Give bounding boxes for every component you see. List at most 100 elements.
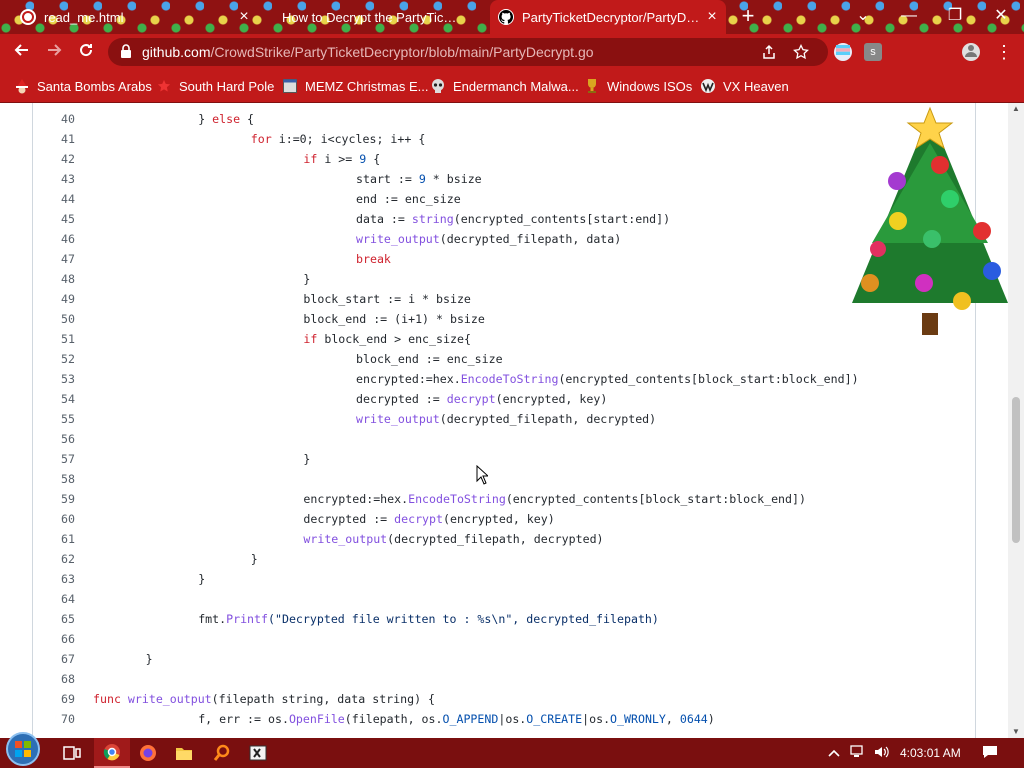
line-number[interactable]: 54 [33, 389, 75, 409]
line-number[interactable]: 65 [33, 609, 75, 629]
line-number[interactable]: 62 [33, 549, 75, 569]
line-number[interactable]: 42 [33, 149, 75, 169]
code-line[interactable]: 54 decrypted := decrypt(encrypted, key) [33, 389, 975, 409]
code-line[interactable]: 56 [33, 429, 975, 449]
code-line[interactable]: 55 write_output(decrypted_filepath, decry… [33, 409, 975, 429]
new-tab-button[interactable]: + [738, 5, 758, 27]
code-line[interactable]: 70 f, err := os.OpenFile(filepath, os.O_A… [33, 709, 975, 729]
code-line[interactable]: 58 [33, 469, 975, 489]
line-number[interactable]: 69 [33, 689, 75, 709]
url-text[interactable]: github.com/CrowdStrike/PartyTicketDecryp… [142, 44, 594, 60]
back-button[interactable] [10, 40, 34, 64]
line-number[interactable]: 66 [33, 629, 75, 649]
line-number[interactable]: 40 [33, 109, 75, 129]
line-number[interactable]: 59 [33, 489, 75, 509]
bookmark-vx-heaven[interactable]: VX Heaven [700, 76, 789, 96]
scroll-down-icon[interactable]: ▼ [1008, 726, 1024, 738]
line-number[interactable]: 41 [33, 129, 75, 149]
line-number[interactable]: 70 [33, 709, 75, 729]
code-line[interactable]: 57} [33, 449, 975, 469]
line-number[interactable]: 48 [33, 269, 75, 289]
chrome-taskbar-button[interactable] [94, 738, 130, 768]
profile-avatar-icon[interactable] [962, 43, 980, 61]
line-number[interactable]: 43 [33, 169, 75, 189]
line-number[interactable]: 68 [33, 669, 75, 689]
line-number[interactable]: 45 [33, 209, 75, 229]
line-number[interactable]: 63 [33, 569, 75, 589]
start-button[interactable] [2, 730, 44, 768]
code-line[interactable]: 43 start := 9 * bsize [33, 169, 975, 189]
close-icon[interactable]: × [236, 9, 252, 25]
code-line[interactable]: 60 decrypted := decrypt(encrypted, key) [33, 509, 975, 529]
code-line[interactable]: 67} [33, 649, 975, 669]
code-line[interactable]: 68 [33, 669, 975, 689]
line-number[interactable]: 56 [33, 429, 75, 449]
file-explorer-button[interactable] [166, 738, 202, 768]
firefox-taskbar-button[interactable] [130, 738, 166, 768]
tray-chevron-up-icon[interactable] [826, 745, 842, 761]
scrollbar-thumb[interactable] [1012, 397, 1020, 543]
code-line[interactable]: 45 data := string(encrypted_contents[star… [33, 209, 975, 229]
tab-read-me[interactable]: read_me.html × [8, 0, 258, 34]
forward-button[interactable] [42, 40, 66, 64]
close-window-button[interactable]: ✕ [988, 4, 1014, 28]
line-number[interactable]: 64 [33, 589, 75, 609]
tab-github-active[interactable]: PartyTicketDecryptor/PartyDecry × [490, 0, 726, 34]
extension-s-icon[interactable]: s [864, 43, 882, 61]
line-number[interactable]: 51 [33, 329, 75, 349]
scroll-up-icon[interactable]: ▲ [1008, 103, 1024, 115]
code-line[interactable]: 59 encrypted:=hex.EncodeToString(encrypte… [33, 489, 975, 509]
line-number[interactable]: 50 [33, 309, 75, 329]
line-number[interactable]: 46 [33, 229, 75, 249]
line-number[interactable]: 55 [33, 409, 75, 429]
code-line[interactable]: 42 if i >= 9 { [33, 149, 975, 169]
line-number[interactable]: 53 [33, 369, 75, 389]
code-line[interactable]: 61 write_output(decrypted_filepath, decry… [33, 529, 975, 549]
reload-button[interactable] [74, 40, 98, 64]
address-bar[interactable]: github.com/CrowdStrike/PartyTicketDecryp… [108, 38, 828, 66]
code-line[interactable]: 40} else { [33, 109, 975, 129]
line-number[interactable]: 58 [33, 469, 75, 489]
line-number[interactable]: 49 [33, 289, 75, 309]
bookmark-endermanch-malware[interactable]: Endermanch Malwa... [430, 76, 579, 96]
code-line[interactable]: 51 if block_end > enc_size{ [33, 329, 975, 349]
network-icon[interactable] [850, 745, 866, 761]
tab-search-icon[interactable]: ⌄ [850, 4, 876, 28]
task-view-button[interactable] [54, 738, 90, 768]
share-icon[interactable] [760, 44, 778, 62]
code-line[interactable]: 46 write_output(decrypted_filepath, data) [33, 229, 975, 249]
minimize-button[interactable]: — [896, 4, 922, 28]
code-line[interactable]: 49 block_start := i * bsize [33, 289, 975, 309]
close-icon[interactable]: × [704, 9, 720, 25]
line-number[interactable]: 47 [33, 249, 75, 269]
menu-kebab-icon[interactable]: ⋮ [992, 40, 1016, 64]
taskbar-clock[interactable]: 4:03:01 AM [900, 746, 961, 760]
bookmark-star-icon[interactable] [792, 43, 810, 62]
search-tool-button[interactable] [204, 738, 240, 768]
bookmark-south-hard-pole[interactable]: South Hard Pole [156, 76, 274, 96]
code-line[interactable]: 62} [33, 549, 975, 569]
bookmark-windows-isos[interactable]: Windows ISOs [584, 76, 692, 96]
code-line[interactable]: 65 fmt.Printf("Decrypted file written to … [33, 609, 975, 629]
line-number[interactable]: 44 [33, 189, 75, 209]
line-number[interactable]: 60 [33, 509, 75, 529]
vertical-scrollbar[interactable]: ▲ ▼ [1008, 103, 1024, 738]
volume-icon[interactable] [874, 745, 890, 761]
excel-taskbar-button[interactable] [240, 738, 276, 768]
lock-icon[interactable] [118, 44, 134, 60]
code-line[interactable]: 50 block_end := (i+1) * bsize [33, 309, 975, 329]
code-line[interactable]: 53 encrypted:=hex.EncodeToString(encrypte… [33, 369, 975, 389]
restore-button[interactable]: ❐ [942, 4, 968, 28]
code-line[interactable]: 69 func write_output(filepath string, dat… [33, 689, 975, 709]
code-line[interactable]: 52 block_end := enc_size [33, 349, 975, 369]
extension-flag-icon[interactable] [834, 43, 852, 61]
bookmark-memz-christmas[interactable]: MEMZ Christmas E... [282, 76, 429, 96]
code-line[interactable]: 41 for i:=0; i<cycles; i++ { [33, 129, 975, 149]
code-line[interactable]: 44 end := enc_size [33, 189, 975, 209]
line-number[interactable]: 52 [33, 349, 75, 369]
line-number[interactable]: 61 [33, 529, 75, 549]
tab-decrypt-article[interactable]: How to Decrypt the PartyTicket R [258, 0, 488, 34]
code-line[interactable]: 63} [33, 569, 975, 589]
line-number[interactable]: 57 [33, 449, 75, 469]
code-line[interactable]: 47 break [33, 249, 975, 269]
